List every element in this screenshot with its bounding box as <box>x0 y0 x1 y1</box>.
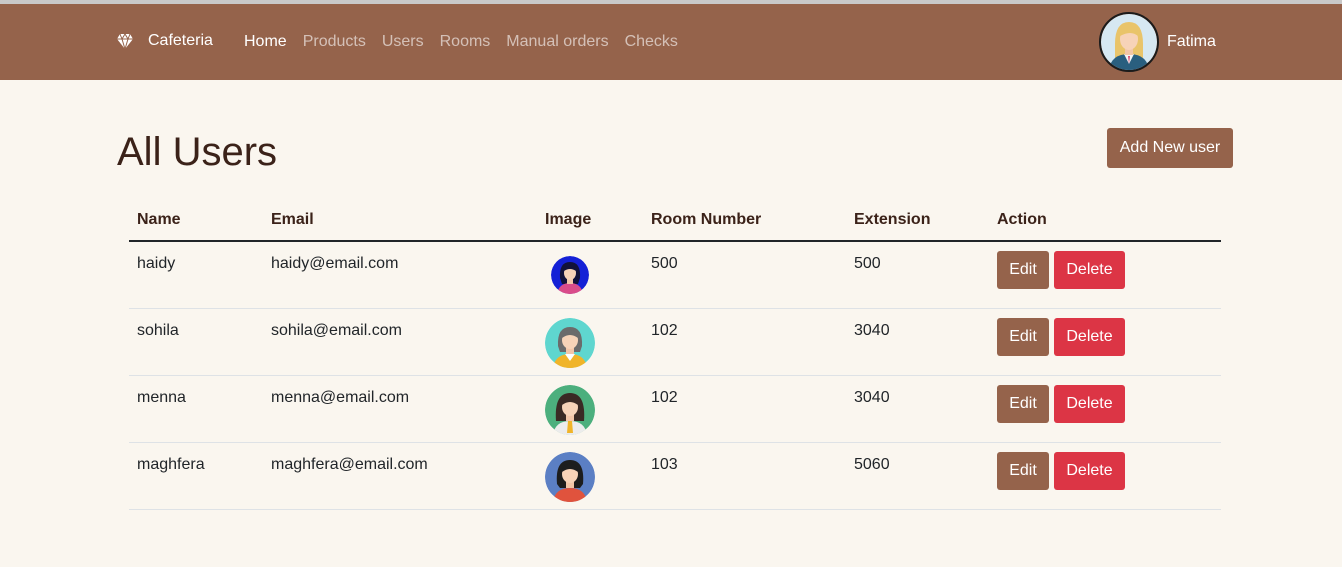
cell-extension: 3040 <box>846 375 989 443</box>
delete-button[interactable]: Delete <box>1054 317 1125 356</box>
user-avatar-image <box>545 451 595 502</box>
cell-room: 102 <box>643 375 846 443</box>
delete-button[interactable]: Delete <box>1054 251 1125 289</box>
edit-button[interactable]: Edit <box>997 384 1049 423</box>
add-user-button[interactable]: Add New user <box>1107 128 1233 168</box>
header-room-number: Room Number <box>643 200 846 242</box>
cell-name: sohila <box>129 308 263 376</box>
cell-extension: 3040 <box>846 308 989 376</box>
cell-email: haidy@email.com <box>263 241 537 309</box>
navbar: Cafeteria Home Products Users Rooms Manu… <box>0 4 1342 80</box>
cell-image <box>537 442 643 510</box>
cell-email: sohila@email.com <box>263 308 537 376</box>
cell-extension: 5060 <box>846 442 989 510</box>
nav-links: Home Products Users Rooms Manual orders … <box>244 33 694 51</box>
header-extension: Extension <box>846 200 989 242</box>
brand-name: Cafeteria <box>148 32 213 49</box>
user-avatar-image <box>545 317 595 368</box>
nav-checks[interactable]: Checks <box>625 33 678 51</box>
table-row: menna menna@email.com 102 3040 Edit Dele… <box>129 375 1221 443</box>
table-row: sohila sohila@email.com 102 3040 Edit De… <box>129 308 1221 376</box>
user-avatar-image <box>545 384 595 435</box>
cell-name: menna <box>129 375 263 443</box>
cell-actions: Edit Delete <box>989 375 1221 443</box>
nav-home[interactable]: Home <box>244 33 287 51</box>
nav-manual-orders[interactable]: Manual orders <box>506 33 608 51</box>
page-title: All Users <box>117 130 278 174</box>
cell-actions: Edit Delete <box>989 241 1221 309</box>
cell-room: 500 <box>643 241 846 309</box>
cell-image <box>537 375 643 443</box>
header-name: Name <box>129 200 263 242</box>
header-action: Action <box>989 200 1221 242</box>
table-row: haidy haidy@email.com 500 500 Edit Delet… <box>129 241 1221 309</box>
delete-button[interactable]: Delete <box>1054 384 1125 423</box>
user-menu[interactable]: Fatima <box>1099 12 1216 72</box>
edit-button[interactable]: Edit <box>997 317 1049 356</box>
header-email: Email <box>263 200 537 242</box>
table-header-row: Name Email Image Room Number Extension A… <box>129 200 1221 242</box>
header-image: Image <box>537 200 643 242</box>
edit-button[interactable]: Edit <box>997 251 1049 289</box>
brand[interactable]: Cafeteria <box>116 32 213 50</box>
user-avatar-image <box>551 256 589 294</box>
nav-users[interactable]: Users <box>382 33 424 51</box>
cell-actions: Edit Delete <box>989 442 1221 510</box>
cell-email: menna@email.com <box>263 375 537 443</box>
cell-name: maghfera <box>129 442 263 510</box>
edit-button[interactable]: Edit <box>997 451 1049 490</box>
cell-email: maghfera@email.com <box>263 442 537 510</box>
cell-actions: Edit Delete <box>989 308 1221 376</box>
table-row: maghfera maghfera@email.com 103 5060 Edi… <box>129 442 1221 510</box>
cell-image <box>537 308 643 376</box>
cell-image <box>537 241 643 309</box>
users-table: Name Email Image Room Number Extension A… <box>129 200 1221 510</box>
cell-name: haidy <box>129 241 263 309</box>
delete-button[interactable]: Delete <box>1054 451 1125 490</box>
cell-room: 102 <box>643 308 846 376</box>
cell-extension: 500 <box>846 241 989 309</box>
nav-rooms[interactable]: Rooms <box>440 33 491 51</box>
nav-products[interactable]: Products <box>303 33 366 51</box>
diamond-icon <box>117 33 133 50</box>
user-name: Fatima <box>1167 33 1216 50</box>
cell-room: 103 <box>643 442 846 510</box>
user-avatar <box>1099 12 1159 72</box>
